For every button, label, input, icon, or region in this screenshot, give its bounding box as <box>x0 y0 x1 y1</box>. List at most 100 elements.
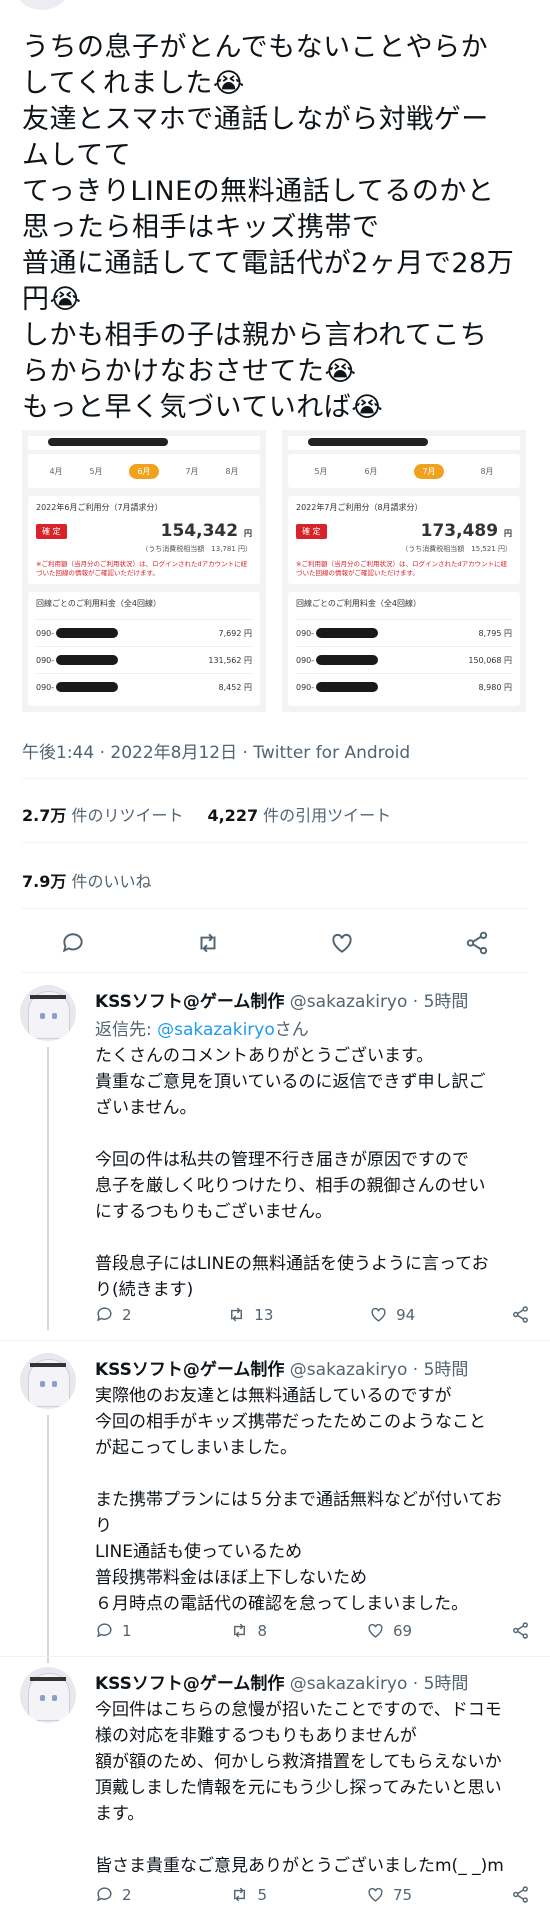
retweet-button[interactable]: 13 <box>227 1305 273 1324</box>
bill-period: 2022年6月ご利用分（7月請求分） <box>36 503 163 512</box>
reply-header[interactable]: KSSソフト@ゲーム制作 @sakazakiryo · 5時間 <box>95 1669 468 1694</box>
lines-title: 回線ごとのご利用料金（全4回線） <box>36 599 162 608</box>
divider <box>22 908 528 909</box>
divider <box>0 1340 550 1341</box>
tweet-text: うちの息子がとんでもないことやらか してくれました😭 友達とスマホで通話しながら… <box>22 32 515 423</box>
redaction <box>316 682 379 692</box>
reply-actions: 2 13 94 <box>95 1305 530 1324</box>
month-tab: 8月 <box>225 466 239 476</box>
avatar[interactable] <box>20 1353 76 1409</box>
share-button[interactable] <box>511 1305 530 1324</box>
reply-icon[interactable] <box>60 930 86 956</box>
redacted-header <box>28 436 260 450</box>
retweet-button[interactable]: 8 <box>230 1621 267 1640</box>
lines-title: 回線ごとのご利用料金（全4回線） <box>296 599 422 608</box>
tweet-actions <box>60 930 490 956</box>
bill-screenshot-june[interactable]: 4月 5月 6月 7月 8月 2022年6月ご利用分（7月請求分） 確 定 15… <box>22 430 266 712</box>
share-icon[interactable] <box>464 930 490 956</box>
divider <box>0 1656 550 1657</box>
thread-line <box>47 1047 49 1330</box>
bill-screenshot-july[interactable]: 5月 6月 7月 8月 2022年7月ご利用分（8月請求分） 確 定 173,4… <box>282 430 526 712</box>
retweet-icon[interactable] <box>195 930 221 956</box>
bill-note: ※ご利用額（当月分のご利用状況）は、ログインされたdアカウントに紐づいた回線の情… <box>36 560 248 577</box>
line-row: 090- 131,562 円 <box>36 646 252 673</box>
month-tab: 6月 <box>364 466 378 476</box>
divider <box>22 842 528 843</box>
avatar[interactable] <box>20 985 76 1041</box>
reply-button[interactable]: 2 <box>95 1885 132 1904</box>
line-row: 090- 8,452 円 <box>36 673 252 700</box>
line-breakdown: 回線ごとのご利用料金（全4回線） 090- 8,795 円 090- 150,068… <box>288 592 520 706</box>
avatar[interactable] <box>20 1667 76 1723</box>
status-badge: 確 定 <box>36 523 67 539</box>
bill-tax: （うち消費税相当額 15,521 円） <box>401 545 512 553</box>
reply-button[interactable]: 2 <box>95 1305 132 1324</box>
retweet-button[interactable]: 5 <box>230 1885 267 1904</box>
retweet-icon <box>231 1307 243 1322</box>
like-icon <box>368 1623 383 1638</box>
share-button[interactable] <box>511 1621 530 1640</box>
bill-tax: （うち消費税相当額 13,781 円） <box>141 545 252 553</box>
status-badge: 確 定 <box>296 523 327 539</box>
attached-images[interactable]: 4月 5月 6月 7月 8月 2022年6月ご利用分（7月請求分） 確 定 15… <box>22 430 526 712</box>
reply-actions: 2 5 75 <box>95 1885 530 1904</box>
reply-to: 返信先: @sakazakiryoさん <box>95 1020 309 1040</box>
bill-amount: 154,342 円 <box>160 521 252 541</box>
like-icon <box>368 1887 383 1902</box>
tweet-timestamp[interactable]: 午後1:44 · 2022年8月12日 · Twitter for Androi… <box>22 738 410 763</box>
month-tab: 4月 <box>49 466 63 476</box>
month-tab: 8月 <box>480 466 494 476</box>
month-tab-selected: 7月 <box>414 463 444 479</box>
reply-icon <box>97 1887 112 1902</box>
bill-amount: 173,489 円 <box>420 521 512 541</box>
tweet-stats: 2.7万 件のリツイート 4,227 件の引用ツイート <box>22 802 391 826</box>
share-icon <box>513 1306 528 1323</box>
reply-button[interactable]: 1 <box>95 1621 132 1640</box>
divider <box>22 972 528 973</box>
month-tabs: 4月 5月 6月 7月 8月 <box>28 454 260 488</box>
share-button[interactable] <box>511 1885 530 1904</box>
reply-header[interactable]: KSSソフト@ゲーム制作 @sakazakiryo · 5時間 <box>95 1355 468 1380</box>
reply-to-link[interactable]: @sakazakiryo <box>157 1020 275 1040</box>
like-button[interactable]: 69 <box>366 1621 412 1640</box>
reply-text: たくさんのコメントありがとうございます。 貴重なご意見を頂いているのに返信できず… <box>95 1046 489 1300</box>
share-icon <box>513 1886 528 1903</box>
avatar[interactable] <box>16 0 68 10</box>
line-row: 090- 8,980 円 <box>296 673 512 700</box>
month-tabs: 5月 6月 7月 8月 <box>288 454 520 488</box>
redaction <box>56 682 119 692</box>
bill-summary: 2022年7月ご利用分（8月請求分） 確 定 173,489 円 （うち消費税相… <box>288 496 520 584</box>
reply-header[interactable]: KSSソフト@ゲーム制作 @sakazakiryo · 5時間 <box>95 987 468 1012</box>
like-stat[interactable]: 7.9万 件のいいね <box>22 868 151 892</box>
redaction <box>316 628 379 638</box>
line-breakdown: 回線ごとのご利用料金（全4回線） 090- 7,692 円 090- 131,562… <box>28 592 260 706</box>
bill-summary: 2022年6月ご利用分（7月請求分） 確 定 154,342 円 （うち消費税相… <box>28 496 260 584</box>
like-icon <box>371 1307 386 1322</box>
like-button[interactable]: 94 <box>369 1305 415 1324</box>
line-row: 090- 150,068 円 <box>296 646 512 673</box>
reply-icon <box>97 1623 112 1638</box>
share-icon <box>513 1622 528 1639</box>
line-row: 090- 8,795 円 <box>296 619 512 646</box>
redacted-header <box>288 436 520 450</box>
thread-line <box>47 1415 49 1663</box>
retweet-icon <box>234 1887 246 1902</box>
redaction <box>56 628 119 638</box>
quote-stat[interactable]: 4,227 件の引用ツイート <box>207 802 391 826</box>
reply-text: 実際他のお友達とは無料通話しているのですが 今回の相手がキッズ携帯だったためこの… <box>95 1386 502 1614</box>
redaction <box>316 655 379 665</box>
retweet-icon <box>234 1623 246 1638</box>
line-row: 090- 7,692 円 <box>36 619 252 646</box>
bill-note: ※ご利用額（当月分のご利用状況）は、ログインされたdアカウントに紐づいた回線の情… <box>296 560 508 577</box>
month-tab-selected: 6月 <box>129 463 159 479</box>
retweet-stat[interactable]: 2.7万 件のリツイート <box>22 802 183 826</box>
month-tab: 7月 <box>185 466 199 476</box>
bill-period: 2022年7月ご利用分（8月請求分） <box>296 503 423 512</box>
divider <box>22 778 528 779</box>
redaction <box>56 655 119 665</box>
like-button[interactable]: 75 <box>366 1885 412 1904</box>
like-icon[interactable] <box>329 930 355 956</box>
reply-text: 今回件はこちらの怠慢が招いたことですので、ドコモ 様の対応を非難するつもりもあり… <box>95 1700 504 1876</box>
month-tab: 5月 <box>314 466 328 476</box>
reply-actions: 1 8 69 <box>95 1621 530 1640</box>
